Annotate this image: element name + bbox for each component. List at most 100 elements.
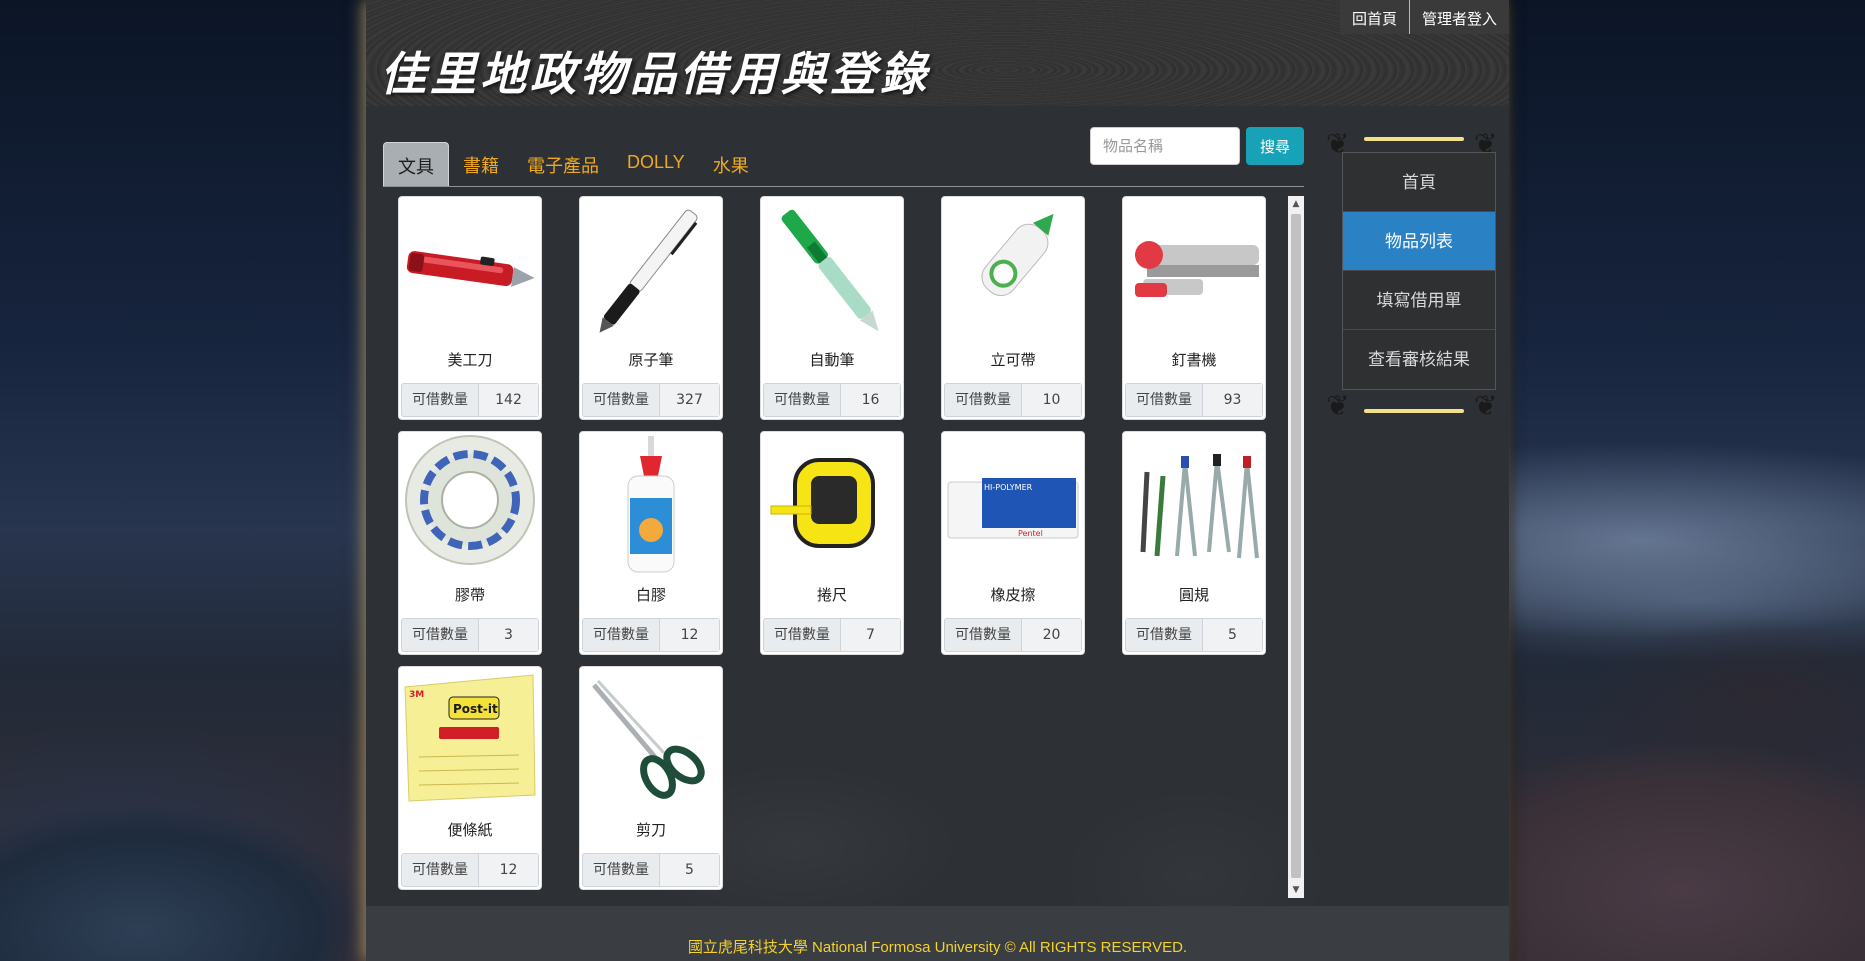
qty-label: 可借數量 [402, 384, 479, 416]
qty-label: 可借數量 [1126, 384, 1203, 416]
notes-brand-text: Post-it [453, 702, 498, 716]
qty-label: 可借數量 [583, 619, 660, 651]
main-container: 佳里地政物品借用與登錄 回首頁 管理者登入 文具 書籍 電子產品 DOLLY 水… [366, 0, 1509, 961]
items-scrollbar[interactable]: ▲ ▼ [1288, 196, 1304, 898]
sticky-notes-icon: Post-it 3M [404, 674, 536, 802]
qty-label: 可借數量 [402, 854, 479, 886]
tape-measure-icon [770, 458, 875, 548]
item-name: 白膠 [635, 586, 666, 604]
notes-maker-text: 3M [409, 690, 424, 700]
item-name: 膠帶 [454, 586, 485, 604]
qty-label: 可借數量 [1126, 619, 1203, 651]
item-card[interactable]: 美工刀 可借數量 142 [398, 196, 542, 420]
glue-bottle-icon [627, 436, 675, 573]
qty-value: 16 [841, 384, 900, 416]
item-qty: 可借數量 5 [1125, 618, 1263, 652]
ornament-line-top [1364, 137, 1464, 141]
tab-fruit[interactable]: 水果 [699, 142, 763, 186]
ornament-bottom-right-icon: ❦ [1474, 389, 1498, 422]
item-qty: 可借數量 7 [763, 618, 901, 652]
tape-roll-icon [405, 435, 535, 565]
item-name: 捲尺 [816, 586, 847, 604]
item-name: 橡皮擦 [990, 586, 1036, 604]
item-qty: 可借數量 5 [582, 853, 720, 887]
search-input[interactable] [1090, 127, 1240, 165]
item-card[interactable]: 捲尺 可借數量 7 [760, 431, 904, 655]
home-link[interactable]: 回首頁 [1340, 0, 1409, 34]
qty-value: 3 [479, 619, 538, 651]
tab-books[interactable]: 書籍 [449, 142, 513, 186]
tab-dolly[interactable]: DOLLY [613, 142, 699, 186]
item-card[interactable]: 白膠 可借數量 12 [579, 431, 723, 655]
ballpoint-pen-icon [599, 209, 698, 333]
item-card[interactable]: 剪刀 可借數量 5 [579, 666, 723, 890]
item-card[interactable]: 圓規 可借數量 5 [1122, 431, 1266, 655]
item-card[interactable]: 釘書機 可借數量 93 [1122, 196, 1266, 420]
item-name: 釘書機 [1171, 351, 1217, 369]
item-card[interactable]: 原子筆 可借數量 327 [579, 196, 723, 420]
ornament-line-bottom [1364, 409, 1464, 413]
qty-label: 可借數量 [764, 384, 841, 416]
admin-login-link[interactable]: 管理者登入 [1408, 0, 1509, 34]
eraser-brand-text: HI-POLYMER [984, 483, 1033, 492]
nav-borrow-form[interactable]: 填寫借用單 [1343, 271, 1495, 330]
footer: 國立虎尾科技大學 National Formosa University © A… [366, 906, 1509, 961]
item-card[interactable]: 膠帶 可借數量 3 [398, 431, 542, 655]
item-name: 美工刀 [447, 351, 493, 369]
item-card[interactable]: 立可帶 可借數量 10 [941, 196, 1085, 420]
tab-stationery[interactable]: 文具 [383, 142, 449, 186]
item-name: 便條紙 [447, 821, 493, 839]
item-qty: 可借數量 3 [401, 618, 539, 652]
qty-value: 10 [1022, 384, 1081, 416]
qty-value: 93 [1203, 384, 1262, 416]
nav-home[interactable]: 首頁 [1343, 153, 1495, 212]
item-name: 自動筆 [809, 351, 855, 369]
items-list: 美工刀 可借數量 142 原子筆 可借數量 327 自動筆 可借數量 16 立可… [388, 196, 1304, 898]
item-card[interactable]: 自動筆 可借數量 16 [760, 196, 904, 420]
top-links: 回首頁 管理者登入 [1339, 0, 1509, 34]
scroll-thumb[interactable] [1291, 214, 1301, 878]
item-qty: 可借數量 93 [1125, 383, 1263, 417]
site-title: 佳里地政物品借用與登錄 [380, 47, 930, 101]
item-card[interactable]: Post-it 3M 便條紙 可借數量 12 [398, 666, 542, 890]
item-name: 立可帶 [990, 351, 1036, 369]
qty-label: 可借數量 [945, 384, 1022, 416]
qty-value: 7 [841, 619, 900, 651]
eraser-maker-text: Pentel [1018, 529, 1043, 538]
item-qty: 可借數量 12 [401, 853, 539, 887]
qty-label: 可借數量 [402, 619, 479, 651]
qty-value: 20 [1022, 619, 1081, 651]
mechanical-pencil-icon [781, 209, 879, 332]
qty-label: 可借數量 [945, 619, 1022, 651]
side-nav: 首頁 物品列表 填寫借用單 查看審核結果 [1342, 152, 1496, 390]
ornament-bottom-left-icon: ❦ [1326, 389, 1350, 422]
item-name: 圓規 [1178, 586, 1209, 604]
search-button[interactable]: 搜尋 [1246, 127, 1304, 165]
scroll-up-icon[interactable]: ▲ [1288, 196, 1304, 212]
item-card[interactable]: HI-POLYMER Pentel 橡皮擦 可借數量 20 [941, 431, 1085, 655]
background-rocks-left [0, 701, 370, 961]
item-qty: 可借數量 142 [401, 383, 539, 417]
tab-electronics[interactable]: 電子產品 [513, 142, 613, 186]
qty-value: 5 [660, 854, 719, 886]
item-qty: 可借數量 20 [944, 618, 1082, 652]
nav-review-results[interactable]: 查看審核結果 [1343, 330, 1495, 389]
stapler-icon [1135, 241, 1259, 297]
item-name: 剪刀 [635, 821, 666, 839]
scissors-icon [592, 679, 705, 799]
qty-value: 12 [660, 619, 719, 651]
item-name: 原子筆 [628, 351, 674, 369]
qty-label: 可借數量 [764, 619, 841, 651]
qty-value: 142 [479, 384, 538, 416]
item-qty: 可借數量 327 [582, 383, 720, 417]
eraser-icon: HI-POLYMER Pentel [947, 478, 1079, 539]
item-qty: 可借數量 12 [582, 618, 720, 652]
nav-item-list[interactable]: 物品列表 [1343, 212, 1495, 271]
scroll-down-icon[interactable]: ▼ [1288, 882, 1304, 898]
item-qty: 可借數量 16 [763, 383, 901, 417]
item-qty: 可借數量 10 [944, 383, 1082, 417]
utility-knife-icon [406, 251, 535, 287]
compass-set-icon [1140, 454, 1259, 559]
qty-label: 可借數量 [583, 854, 660, 886]
correction-tape-icon [981, 213, 1054, 297]
